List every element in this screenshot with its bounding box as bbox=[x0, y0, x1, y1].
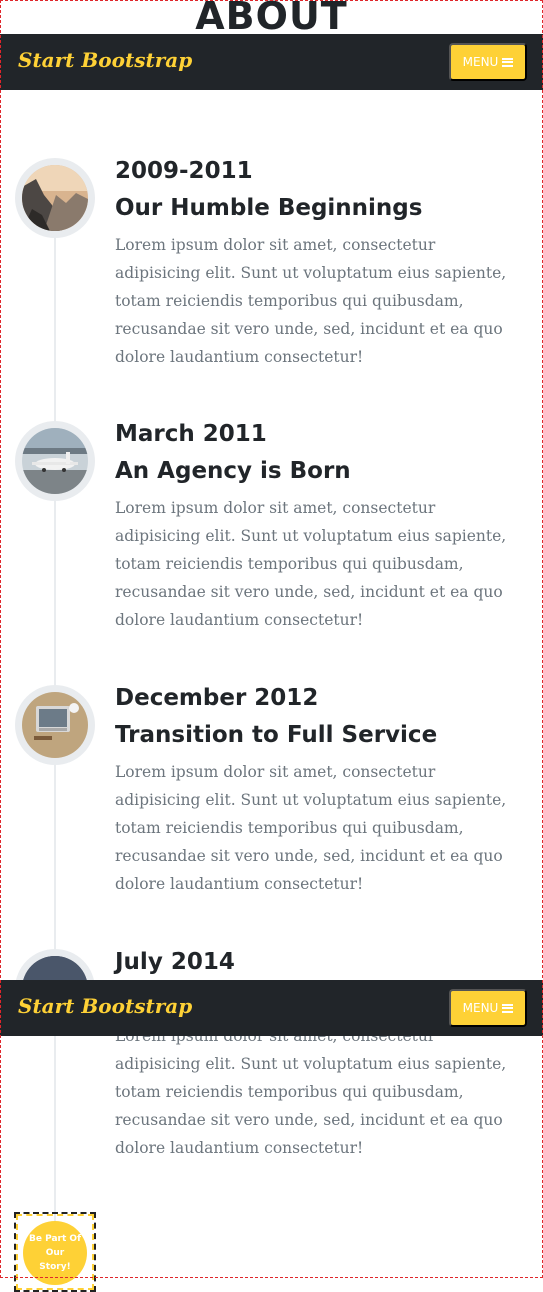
navbar: Start Bootstrap MENU bbox=[0, 34, 543, 90]
timeline-image bbox=[15, 685, 95, 765]
mountain-photo-icon bbox=[22, 165, 88, 231]
timeline-body: Lorem ipsum dolor sit amet, consectetur … bbox=[115, 763, 507, 893]
timeline-date: 2009-2011 bbox=[115, 158, 253, 184]
navbar-sticky: Start Bootstrap MENU bbox=[0, 980, 543, 1036]
timeline-date: December 2012 bbox=[115, 685, 319, 711]
timeline-image bbox=[15, 421, 95, 501]
navbar-brand[interactable]: Start Bootstrap bbox=[18, 994, 192, 1018]
menu-label: MENU bbox=[462, 55, 499, 69]
hamburger-icon bbox=[502, 1003, 514, 1013]
hamburger-icon bbox=[502, 57, 514, 67]
airplane-photo-icon bbox=[22, 428, 88, 494]
menu-label: MENU bbox=[462, 1001, 499, 1015]
timeline-subheading: Our Humble Beginnings bbox=[115, 195, 423, 221]
laptop-photo-icon bbox=[22, 692, 88, 758]
timeline-subheading: An Agency is Born bbox=[115, 458, 351, 484]
menu-button[interactable]: MENU bbox=[449, 989, 527, 1027]
timeline-body: Lorem ipsum dolor sit amet, consectetur … bbox=[115, 1027, 507, 1157]
timeline-subheading: Transition to Full Service bbox=[115, 722, 438, 748]
be-part-of-story-button[interactable]: Be Part Of Our Story! bbox=[23, 1221, 87, 1285]
menu-button[interactable]: MENU bbox=[449, 43, 527, 81]
timeline-body: Lorem ipsum dolor sit amet, consectetur … bbox=[115, 236, 507, 366]
timeline-body: Lorem ipsum dolor sit amet, consectetur … bbox=[115, 499, 507, 629]
timeline-date: March 2011 bbox=[115, 421, 267, 447]
story-highlight: Be Part Of Our Story! bbox=[14, 1212, 96, 1292]
timeline-date: July 2014 bbox=[115, 949, 235, 975]
navbar-brand[interactable]: Start Bootstrap bbox=[18, 48, 192, 72]
timeline-image bbox=[15, 158, 95, 238]
section-heading: ABOUT bbox=[195, 0, 348, 38]
